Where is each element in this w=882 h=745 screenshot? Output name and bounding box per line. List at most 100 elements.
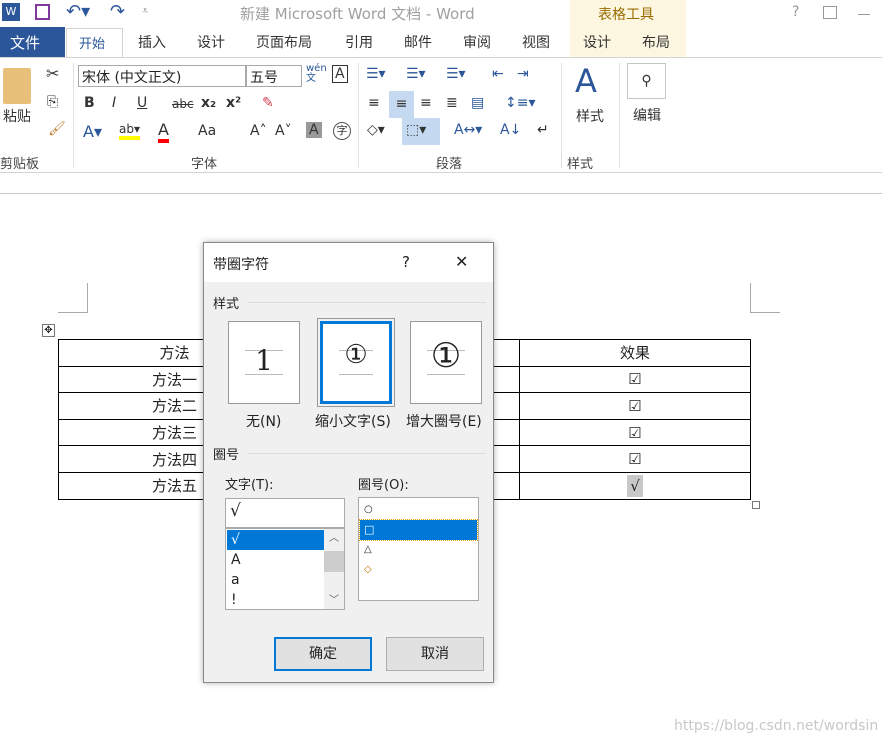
cut-icon[interactable]: ✂ xyxy=(46,64,59,83)
underline-button[interactable]: U xyxy=(137,95,147,111)
numbering-icon[interactable]: ☰▾ xyxy=(406,66,426,82)
styles-icon[interactable]: A xyxy=(575,62,597,100)
table-cell[interactable]: ☑ xyxy=(519,392,751,420)
table-cell[interactable]: ☑ xyxy=(519,365,751,394)
grow-font-icon[interactable]: A˄ xyxy=(250,123,267,139)
italic-button[interactable]: I xyxy=(112,95,116,111)
enclose-characters-icon[interactable]: 字 xyxy=(333,122,351,140)
scroll-up-icon[interactable]: ︿ xyxy=(324,529,344,544)
multilevel-list-icon[interactable]: ☰▾ xyxy=(446,66,466,82)
table-cell[interactable]: ☑ xyxy=(519,445,751,473)
highlight-icon[interactable]: ab▾ xyxy=(119,122,140,140)
table-cell[interactable]: 效果 xyxy=(519,339,751,367)
tab-review[interactable]: 审阅 xyxy=(463,32,491,52)
tab-insert[interactable]: 插入 xyxy=(138,32,166,52)
ruler-divider xyxy=(0,193,882,194)
margin-mark-right xyxy=(750,283,780,313)
bold-button[interactable]: B xyxy=(84,95,95,111)
text-list[interactable]: √ A a ! ︿ ﹀ xyxy=(225,528,345,610)
scroll-down-icon[interactable]: ﹀ xyxy=(324,591,344,606)
dialog-close-button[interactable]: ✕ xyxy=(455,252,468,271)
style-label-enlarge[interactable]: 增大圈号(E) xyxy=(406,411,482,431)
tab-home[interactable]: 开始 xyxy=(66,28,123,58)
editing-button[interactable]: 编辑 xyxy=(633,105,661,125)
align-left-icon[interactable]: ≡ xyxy=(368,95,380,111)
phonetic-guide-icon[interactable]: wén 文 xyxy=(306,64,327,84)
save-icon[interactable] xyxy=(35,4,50,20)
text-input[interactable]: √ xyxy=(225,498,345,528)
tab-design[interactable]: 设计 xyxy=(197,32,225,52)
tab-mailings[interactable]: 邮件 xyxy=(404,32,432,52)
scroll-thumb[interactable] xyxy=(324,551,344,572)
font-name-select[interactable]: 宋体 (中文正文) xyxy=(78,65,246,87)
minimize-button[interactable] xyxy=(858,14,870,15)
style-label-none[interactable]: 无(N) xyxy=(246,411,281,431)
find-icon[interactable]: ⚲ xyxy=(627,63,666,99)
dialog-help-button[interactable]: ? xyxy=(402,253,410,271)
shrink-font-icon[interactable]: A˅ xyxy=(275,123,292,139)
text-effects-icon[interactable]: A▾ xyxy=(83,122,102,141)
ok-button[interactable]: 确定 xyxy=(274,637,372,671)
list-item[interactable]: △ xyxy=(360,540,477,560)
tab-references[interactable]: 引用 xyxy=(345,32,373,52)
table-cell[interactable]: √ xyxy=(519,471,751,500)
redo-icon[interactable]: ↷ xyxy=(110,1,125,22)
enclosure-list[interactable]: ○ □ △ ◇ xyxy=(358,497,479,601)
list-item[interactable]: ◇ xyxy=(360,560,477,580)
borders-icon[interactable]: ⬚▾ xyxy=(402,118,440,145)
paste-button[interactable]: 粘贴 xyxy=(3,106,31,126)
clear-formatting-icon[interactable]: ✎ xyxy=(262,95,274,111)
enclosure-label: 圈号(O): xyxy=(358,478,409,493)
decrease-indent-icon[interactable]: ⇤ xyxy=(492,66,504,82)
style-option-none[interactable]: 1 xyxy=(228,321,300,404)
cancel-button[interactable]: 取消 xyxy=(386,637,484,671)
scrollbar[interactable]: ︿ ﹀ xyxy=(324,529,344,609)
ribbon-display-button[interactable] xyxy=(823,6,837,19)
text-direction-icon[interactable]: A↔▾ xyxy=(454,122,482,138)
paste-icon[interactable] xyxy=(3,68,31,104)
list-item[interactable]: ○ xyxy=(360,500,477,520)
bullets-icon[interactable]: ☰▾ xyxy=(366,66,386,82)
strikethrough-button[interactable]: abc xyxy=(172,97,194,111)
change-case-button[interactable]: Aa xyxy=(198,123,216,139)
align-right-icon[interactable]: ≡ xyxy=(420,95,432,111)
style-option-shrink-text[interactable]: ① xyxy=(317,318,395,407)
list-item[interactable]: a xyxy=(227,570,324,590)
list-item[interactable]: √ xyxy=(227,530,324,550)
tab-layout[interactable]: 页面布局 xyxy=(256,32,312,52)
format-painter-icon[interactable]: 🖌 xyxy=(48,121,66,137)
copy-icon[interactable]: ⎘ xyxy=(47,94,58,110)
superscript-button[interactable]: x² xyxy=(226,95,241,111)
sort-icon[interactable]: A↓ xyxy=(500,122,521,138)
font-size-select[interactable]: 五号 xyxy=(246,65,302,87)
help-button[interactable]: ? xyxy=(792,4,799,20)
subscript-button[interactable]: x₂ xyxy=(201,95,216,111)
align-center-icon[interactable]: ≡ xyxy=(389,91,414,118)
shading-icon[interactable]: ◇▾ xyxy=(367,122,385,138)
margin-mark-left xyxy=(58,283,88,313)
justify-icon[interactable]: ≣ xyxy=(446,95,458,111)
list-item[interactable]: ! xyxy=(227,590,324,610)
list-item[interactable]: A xyxy=(227,550,324,570)
character-shading-icon[interactable]: A xyxy=(306,122,322,138)
tab-table-layout[interactable]: 布局 xyxy=(642,32,670,52)
tab-view[interactable]: 视图 xyxy=(522,32,550,52)
increase-indent-icon[interactable]: ⇥ xyxy=(517,66,529,82)
undo-icon[interactable]: ↶▾ xyxy=(66,1,90,22)
customize-qat-icon[interactable]: ⩡ xyxy=(142,4,148,18)
table-move-handle[interactable]: ✥ xyxy=(42,324,55,337)
list-item[interactable]: □ xyxy=(359,519,478,541)
tab-file[interactable]: 文件 xyxy=(0,27,65,57)
line-spacing-icon[interactable]: ↕≡▾ xyxy=(505,95,536,111)
distributed-icon[interactable]: ▤ xyxy=(471,95,484,111)
styles-button[interactable]: 样式 xyxy=(576,106,604,126)
enclose-section-label: 圈号 xyxy=(213,448,240,463)
style-label-shrink[interactable]: 缩小文字(S) xyxy=(315,411,391,431)
style-option-enlarge-symbol[interactable]: ① xyxy=(410,321,482,404)
tab-table-design[interactable]: 设计 xyxy=(583,32,611,52)
table-cell[interactable]: ☑ xyxy=(519,418,751,447)
font-color-icon[interactable]: A xyxy=(158,120,169,143)
character-border-icon[interactable]: A xyxy=(332,65,348,83)
show-marks-icon[interactable]: ↵ xyxy=(537,122,549,138)
table-resize-handle[interactable] xyxy=(752,501,760,509)
